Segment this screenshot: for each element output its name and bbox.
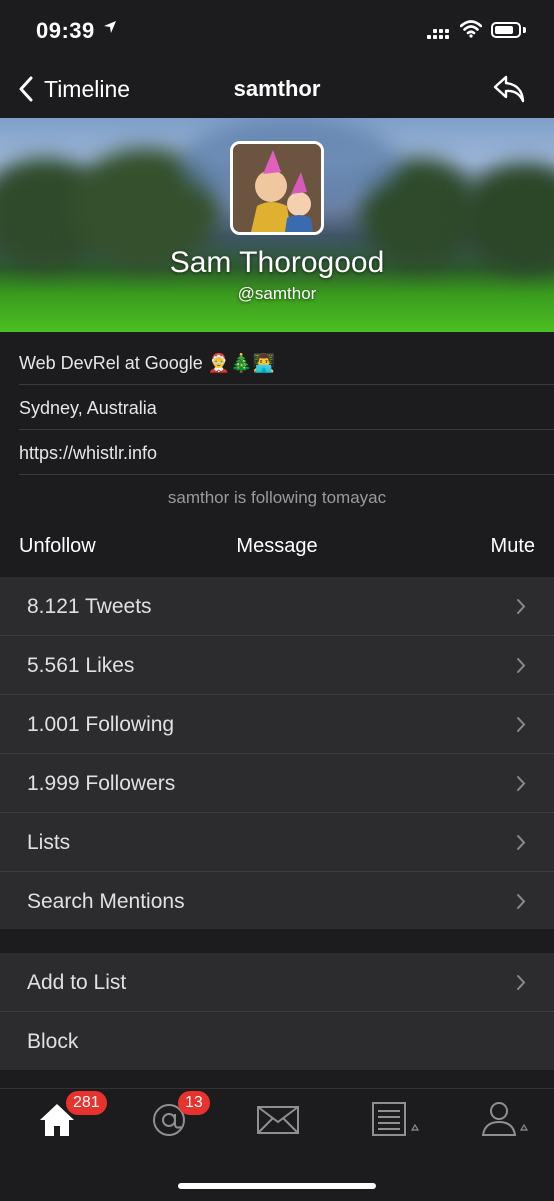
profile-icon — [481, 1102, 531, 1142]
location-arrow-icon — [103, 20, 117, 39]
battery-nub — [523, 27, 526, 33]
reply-icon[interactable] — [492, 74, 526, 109]
row-label: 5.561 Likes — [27, 654, 135, 677]
tweets-row[interactable]: 8.121 Tweets — [0, 577, 554, 636]
profile-tab[interactable] — [481, 1100, 531, 1143]
profile-actions-list: Add to List Block — [0, 953, 554, 1070]
chevron-right-icon — [516, 974, 526, 996]
profile-name: Sam Thorogood — [169, 246, 385, 279]
mentions-badge: 13 — [178, 1091, 210, 1115]
chevron-right-icon — [516, 893, 526, 915]
profile-url-link[interactable]: https://whistlr.info — [19, 431, 554, 475]
chevron-right-icon — [516, 775, 526, 797]
messages-tab[interactable] — [257, 1106, 299, 1139]
chevron-right-icon — [516, 834, 526, 856]
row-label: Add to List — [27, 971, 127, 994]
chevron-right-icon — [516, 657, 526, 679]
lists-tab[interactable] — [372, 1102, 422, 1143]
likes-row[interactable]: 5.561 Likes — [0, 636, 554, 695]
battery-icon — [491, 22, 521, 38]
row-label: 1.001 Following — [27, 713, 175, 736]
row-label: 1.999 Followers — [27, 772, 176, 795]
avatar[interactable] — [230, 141, 324, 235]
lists-row[interactable]: Lists — [0, 813, 554, 872]
mentions-icon — [150, 1104, 188, 1142]
profile-handle: @samthor — [237, 284, 317, 303]
followers-row[interactable]: 1.999 Followers — [0, 754, 554, 813]
cellular-signal-icon — [427, 26, 451, 45]
following-row[interactable]: 1.001 Following — [0, 695, 554, 754]
block-row[interactable]: Block — [0, 1012, 554, 1071]
home-indicator[interactable] — [178, 1183, 376, 1189]
row-label: Block — [27, 1030, 79, 1053]
row-label: 8.121 Tweets — [27, 595, 152, 618]
row-label: Search Mentions — [27, 890, 185, 913]
lists-icon — [372, 1102, 422, 1142]
mute-button[interactable]: Mute — [491, 535, 535, 558]
home-badge: 281 — [66, 1091, 107, 1115]
row-label: Lists — [27, 831, 71, 854]
messages-icon — [257, 1106, 299, 1138]
wifi-icon — [459, 20, 483, 43]
profile-bio: Web DevRel at Google 🤶🎄👨‍💻 — [19, 341, 554, 385]
home-icon — [38, 1104, 76, 1142]
chevron-right-icon — [516, 598, 526, 620]
nav-title: samthor — [233, 76, 321, 101]
search-mentions-row[interactable]: Search Mentions — [0, 872, 554, 931]
message-button[interactable]: Message — [0, 535, 554, 558]
status-time: 09:39 — [36, 18, 95, 43]
chevron-right-icon — [516, 716, 526, 738]
profile-stats-list: 8.121 Tweets 5.561 Likes 1.001 Following… — [0, 577, 554, 929]
follow-status: samthor is following tomayac — [167, 488, 387, 507]
profile-location: Sydney, Australia — [19, 386, 554, 430]
add-to-list-row[interactable]: Add to List — [0, 953, 554, 1012]
